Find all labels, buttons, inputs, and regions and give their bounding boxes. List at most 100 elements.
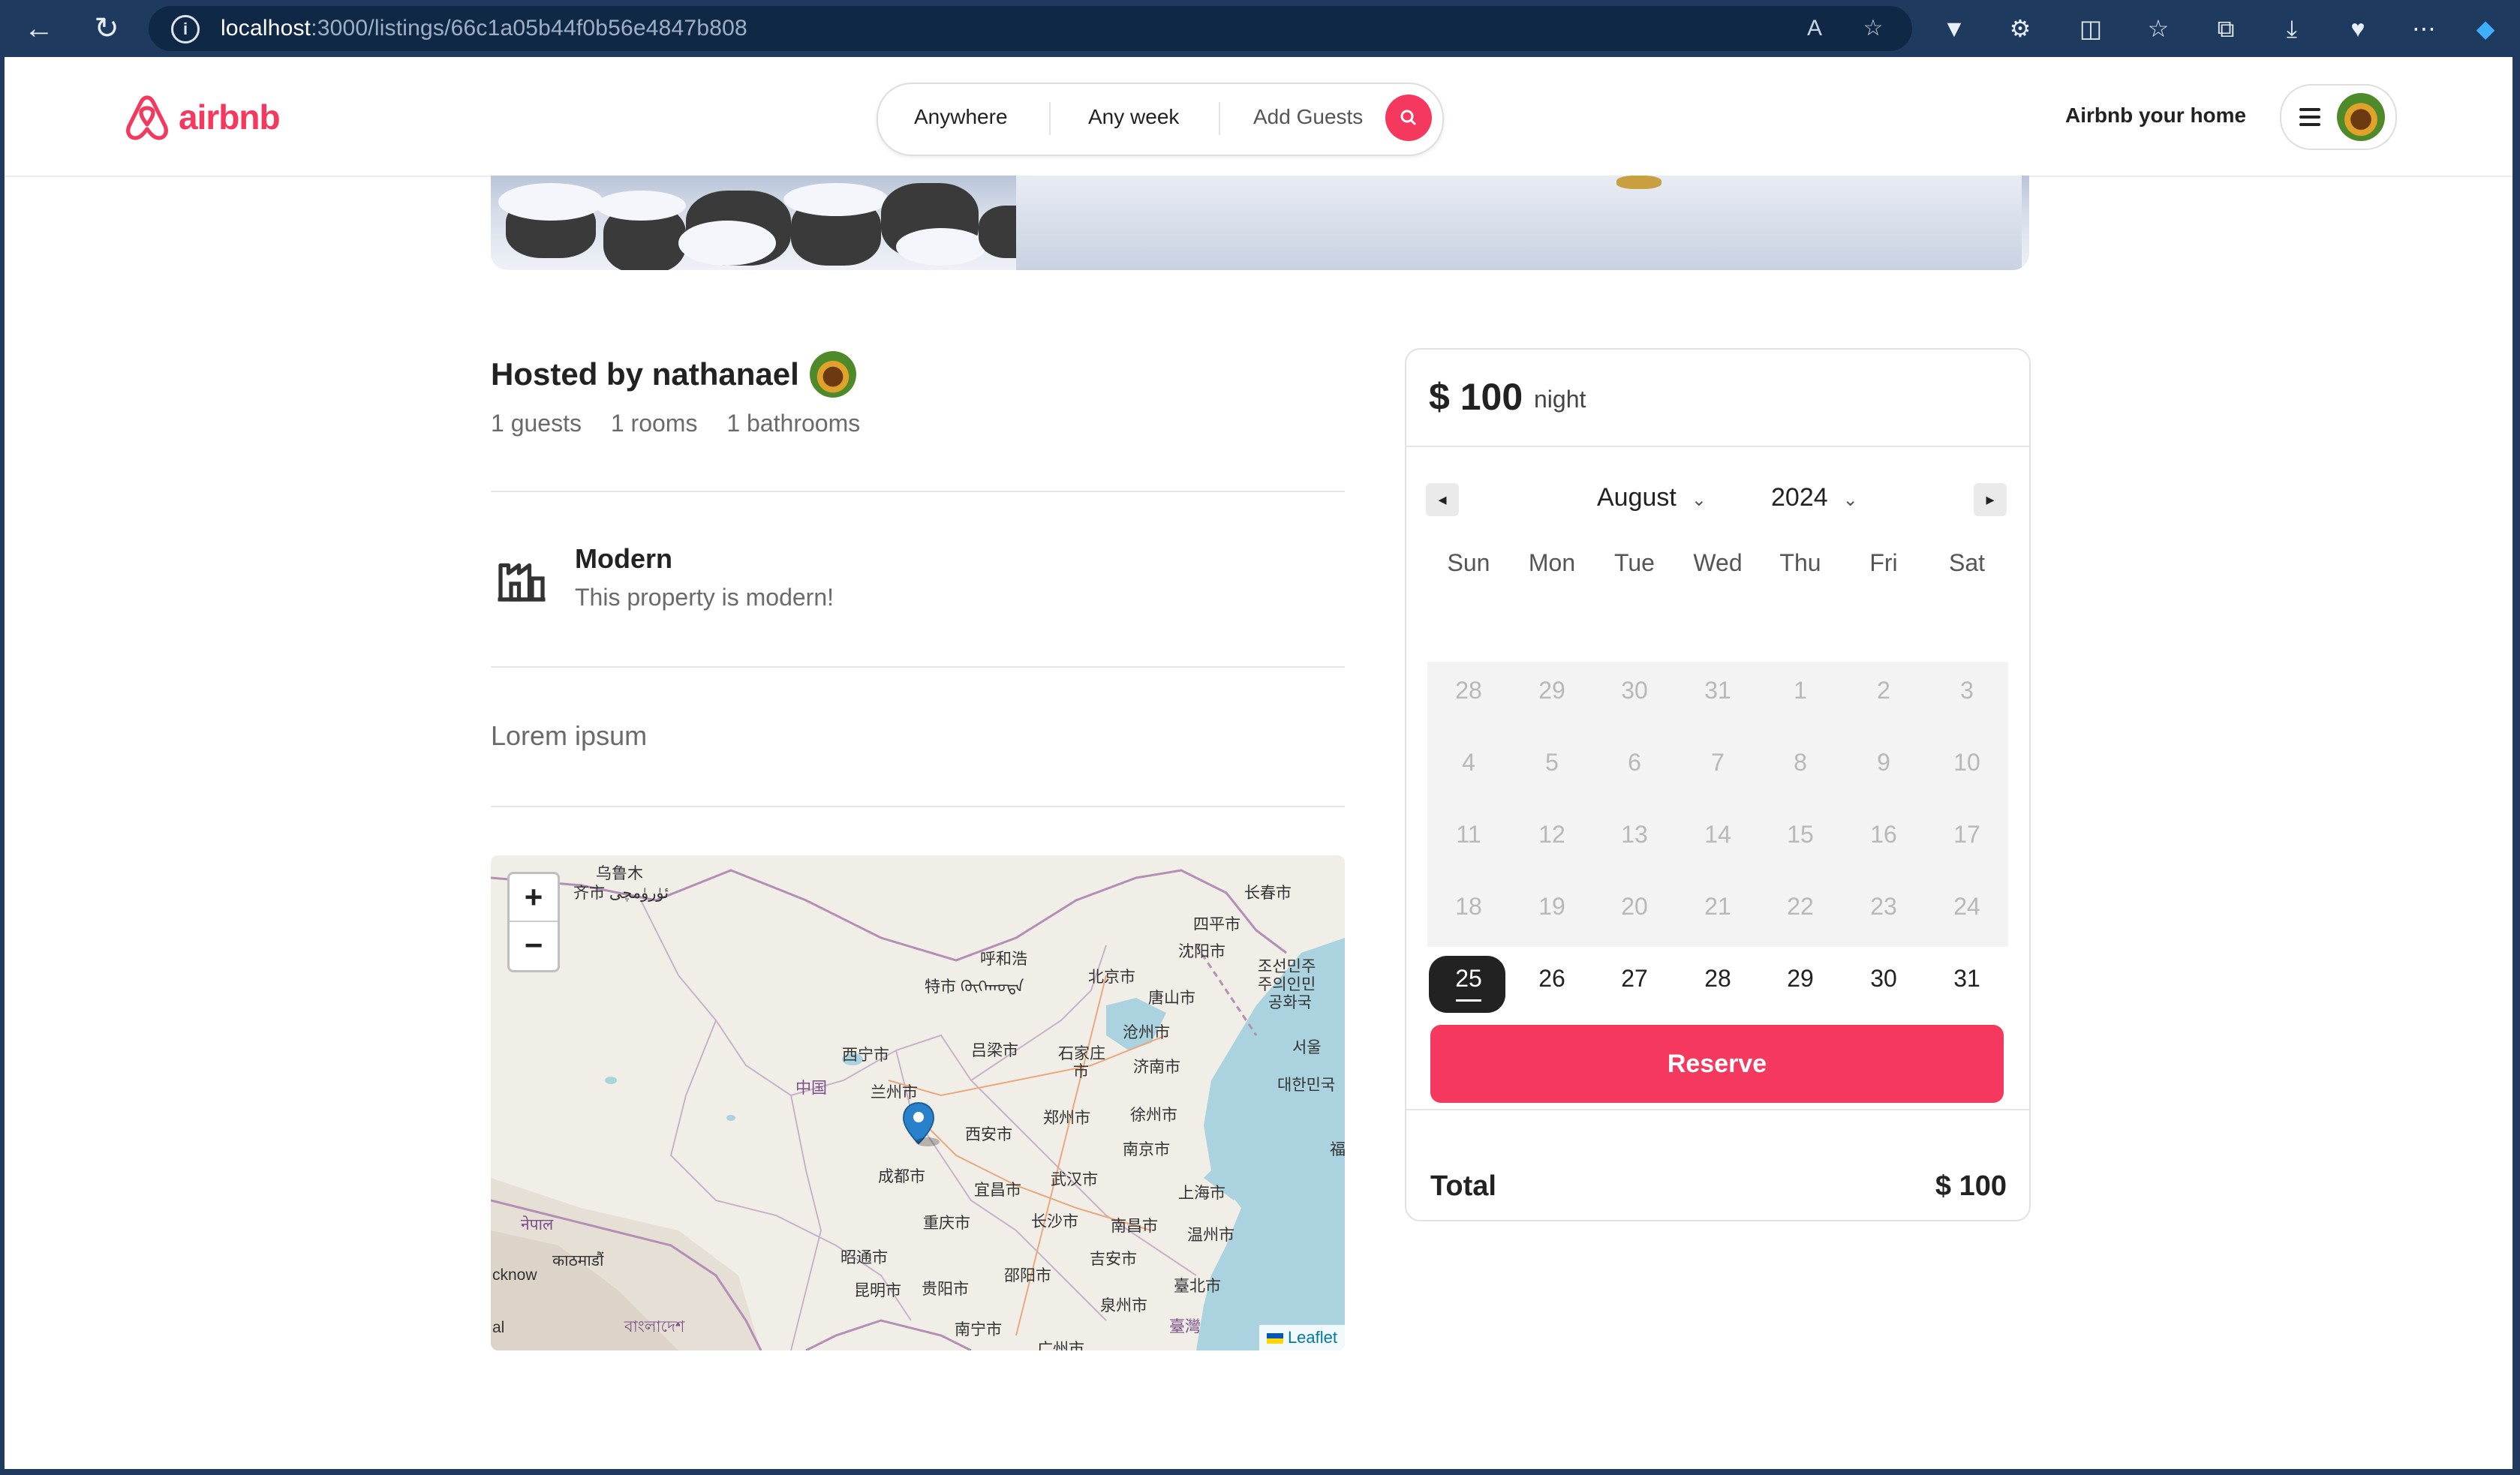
extension-v-icon[interactable]: ▼ — [1938, 12, 1971, 45]
map-label: 北京市 — [1088, 969, 1135, 986]
avatar — [2337, 93, 2385, 141]
calendar-day: 2 — [1877, 677, 1890, 704]
more-menu-icon[interactable]: ⋯ — [2407, 12, 2440, 45]
calendar-day: 8 — [1794, 749, 1807, 776]
calendar-day[interactable]: 30 — [1842, 950, 1925, 1007]
calendar-day[interactable]: 26 — [1511, 950, 1593, 1007]
next-month-button[interactable]: ▸ — [1974, 483, 2007, 516]
map-zoom-control: + − — [507, 872, 560, 972]
search-anywhere[interactable]: Anywhere — [914, 105, 1008, 129]
map-label: বাংলাদেশ — [624, 1318, 685, 1335]
search-bar[interactable]: Anywhere Any week Add Guests — [877, 83, 1444, 156]
hamburger-menu-icon — [2299, 108, 2320, 126]
divider — [1049, 102, 1051, 135]
map-label: 공화국 — [1268, 994, 1312, 1011]
map-label: 沧州市 — [1123, 1024, 1170, 1041]
month-select[interactable]: August ⌄ — [1597, 483, 1707, 512]
calendar-day: 18 — [1455, 893, 1482, 920]
search-any-week[interactable]: Any week — [1088, 105, 1179, 129]
location-map[interactable]: 乌鲁木 齐市 ئۈرۈمچى 长春市 四平市 呼和浩 沈阳市 特市 ᠬᠥᠬᠡᠬᠣ… — [491, 855, 1345, 1350]
map-label: 市 — [1073, 1063, 1089, 1080]
page: airbnb Anywhere Any week Add Guests Airb… — [5, 57, 2512, 1469]
search-add-guests[interactable]: Add Guests — [1253, 105, 1363, 129]
calendar-day: 13 — [1621, 821, 1648, 848]
year-select[interactable]: 2024 ⌄ — [1771, 483, 1858, 512]
calendar-day: 7 — [1711, 749, 1725, 776]
split-screen-icon[interactable]: ◫ — [2074, 12, 2107, 45]
collections-icon[interactable]: ⧉ — [2209, 12, 2242, 45]
map-label: 呼和浩 — [980, 951, 1027, 968]
modern-building-icon — [498, 563, 546, 602]
calendar-day: 29 — [1538, 677, 1565, 704]
zoom-out-button[interactable]: − — [510, 922, 558, 969]
guest-count: 1 guests — [491, 410, 582, 437]
calendar-day: 24 — [1953, 893, 1980, 920]
calendar-day: 16 — [1870, 821, 1897, 848]
calendar-day: 10 — [1953, 749, 1980, 776]
divider — [1406, 1109, 2029, 1110]
hosted-by-text: Hosted by nathanael — [491, 356, 799, 392]
copilot-icon[interactable]: ◆ — [2469, 12, 2502, 45]
weekday-label: Sun — [1447, 549, 1490, 576]
map-label: 沈阳市 — [1178, 943, 1225, 960]
reload-icon[interactable]: ↻ — [89, 11, 125, 47]
brand-logo[interactable]: airbnb — [123, 92, 281, 143]
listing-photo — [491, 176, 2029, 270]
map-label: 南京市 — [1123, 1141, 1170, 1158]
map-label: 唐山市 — [1148, 990, 1195, 1007]
reserve-button[interactable]: Reserve — [1430, 1025, 2004, 1103]
calendar-day: 31 — [1704, 677, 1731, 704]
price-unit: night — [1534, 386, 1586, 413]
leaflet-link[interactable]: Leaflet — [1288, 1328, 1337, 1347]
room-count: 1 rooms — [610, 410, 698, 437]
map-label: 贵阳市 — [922, 1281, 969, 1298]
map-label: 四平市 — [1193, 916, 1240, 933]
calendar-day: 11 — [1456, 821, 1481, 848]
weekday-label: Thu — [1779, 549, 1821, 576]
browser-essentials-icon[interactable]: ♥ — [2341, 12, 2374, 45]
calendar-day: 6 — [1628, 749, 1641, 776]
read-aloud-icon[interactable]: A — [1800, 14, 1830, 44]
map-label: 兰州市 — [871, 1084, 918, 1101]
map-label: 臺灣 — [1169, 1318, 1201, 1335]
zoom-in-button[interactable]: + — [510, 874, 558, 922]
calendar-day[interactable]: 28 — [1676, 950, 1759, 1007]
site-info-icon[interactable]: i — [171, 15, 200, 44]
favorite-star-icon[interactable]: ☆ — [1858, 14, 1888, 44]
prev-month-button[interactable]: ◂ — [1426, 483, 1459, 516]
calendar-day: 21 — [1704, 893, 1731, 920]
airbnb-your-home-link[interactable]: Airbnb your home — [2065, 104, 2246, 128]
map-label: 长沙市 — [1031, 1213, 1078, 1230]
listing-description: Lorem ipsum — [491, 720, 648, 751]
extensions-puzzle-icon[interactable]: ⚙ — [2004, 12, 2037, 45]
calendar-day[interactable]: 29 — [1759, 950, 1842, 1007]
download-icon[interactable]: ⤓ — [2275, 12, 2308, 45]
map-label: 特市 ᠬᠥᠬᠡᠬᠣᠲᠠ — [925, 978, 1024, 996]
divider — [1406, 446, 2029, 447]
map-label: 成都市 — [878, 1168, 925, 1185]
favorites-icon[interactable]: ☆ — [2142, 12, 2175, 45]
map-label: 长春市 — [1244, 885, 1292, 902]
nightly-price: $ 100 — [1429, 376, 1523, 418]
calendar-day[interactable]: 31 — [1926, 950, 2008, 1007]
category-title: Modern — [575, 543, 672, 574]
calendar-day: 30 — [1621, 677, 1648, 704]
map-label: 郑州市 — [1043, 1110, 1090, 1127]
search-button[interactable] — [1385, 95, 1432, 141]
site-header: airbnb Anywhere Any week Add Guests Airb… — [5, 57, 2512, 177]
airbnb-logo-icon — [126, 95, 168, 140]
calendar-day[interactable]: 27 — [1593, 950, 1676, 1007]
weekday-label: Tue — [1614, 549, 1655, 576]
map-label: 温州市 — [1187, 1227, 1234, 1244]
calendar-day: 12 — [1538, 821, 1565, 848]
address-bar[interactable]: i localhost:3000/listings/66c1a05b44f0b5… — [149, 6, 1912, 51]
total-value: $ 100 — [1935, 1170, 2007, 1202]
calendar-day: 4 — [1462, 749, 1475, 776]
map-label: al — [492, 1319, 505, 1336]
calendar-day: 20 — [1621, 893, 1648, 920]
calendar-day-selected[interactable]: 25 — [1427, 950, 1510, 1007]
map-label: 南宁市 — [955, 1321, 1002, 1338]
back-arrow-icon[interactable]: ← — [21, 11, 57, 47]
user-menu-button[interactable] — [2280, 84, 2397, 150]
map-attribution[interactable]: Leaflet — [1258, 1325, 1345, 1350]
